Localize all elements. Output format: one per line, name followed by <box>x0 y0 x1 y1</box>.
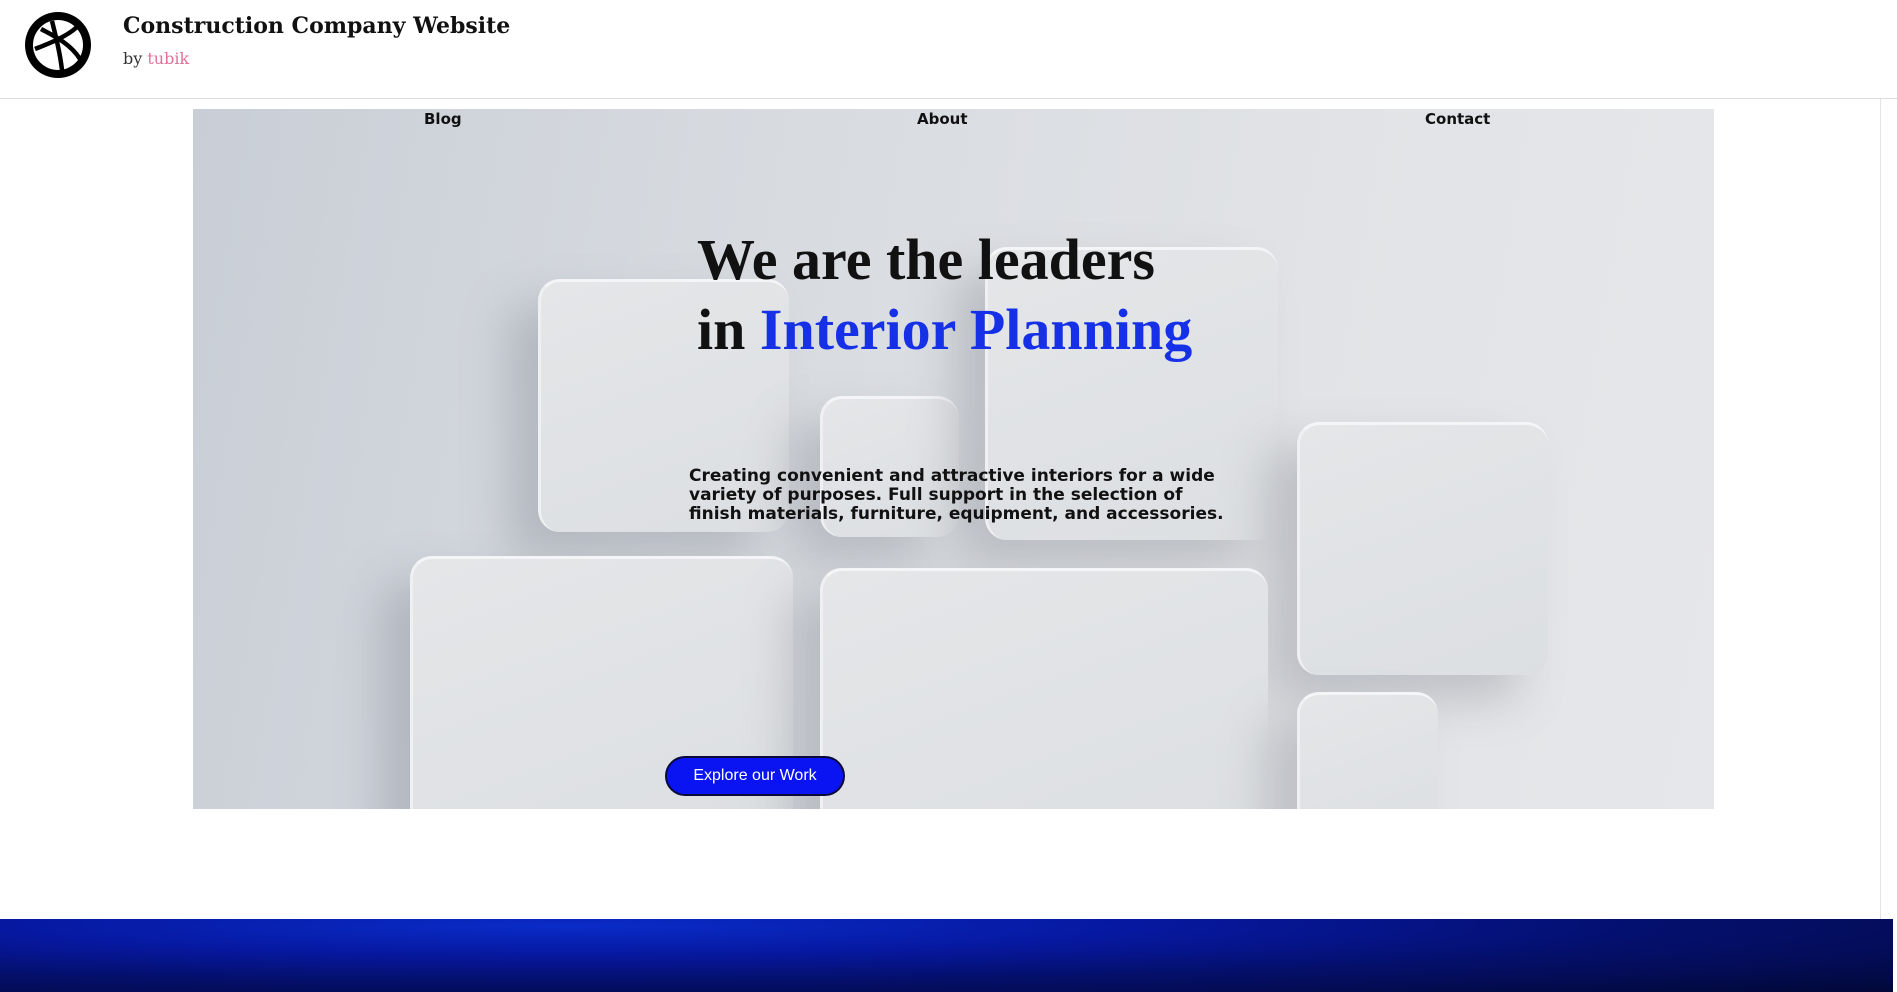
headline-line-1: We are the leaders <box>697 227 1155 292</box>
nav-link-blog[interactable]: Blog <box>424 110 462 128</box>
headline-line-2: in Interior Planning <box>697 295 1192 365</box>
decor-tile <box>820 568 1268 809</box>
vertical-scrollbar[interactable] <box>1880 99 1897 919</box>
author-link[interactable]: tubik <box>147 49 189 68</box>
footer-section <box>0 919 1893 992</box>
dribbble-ball-icon[interactable] <box>22 9 94 81</box>
hero-headline: We are the leaders in Interior Planning <box>697 225 1192 365</box>
hero-description: Creating convenient and attractive inter… <box>689 466 1224 524</box>
header-bar: Construction Company Website by tubik <box>0 0 1897 99</box>
hero-section: Blog About Contact We are the leaders in… <box>193 109 1714 809</box>
decor-tile <box>1297 422 1548 675</box>
site-title: Construction Company Website <box>123 13 511 39</box>
author-byline: by tubik <box>123 49 189 68</box>
headline-prefix: in <box>697 297 746 362</box>
decor-tile <box>1297 692 1438 809</box>
nav-link-contact[interactable]: Contact <box>1425 110 1490 128</box>
byline-prefix: by <box>123 49 143 68</box>
headline-accent: Interior Planning <box>759 297 1193 362</box>
nav-link-about[interactable]: About <box>917 110 968 128</box>
explore-work-button[interactable]: Explore our Work <box>665 756 845 796</box>
